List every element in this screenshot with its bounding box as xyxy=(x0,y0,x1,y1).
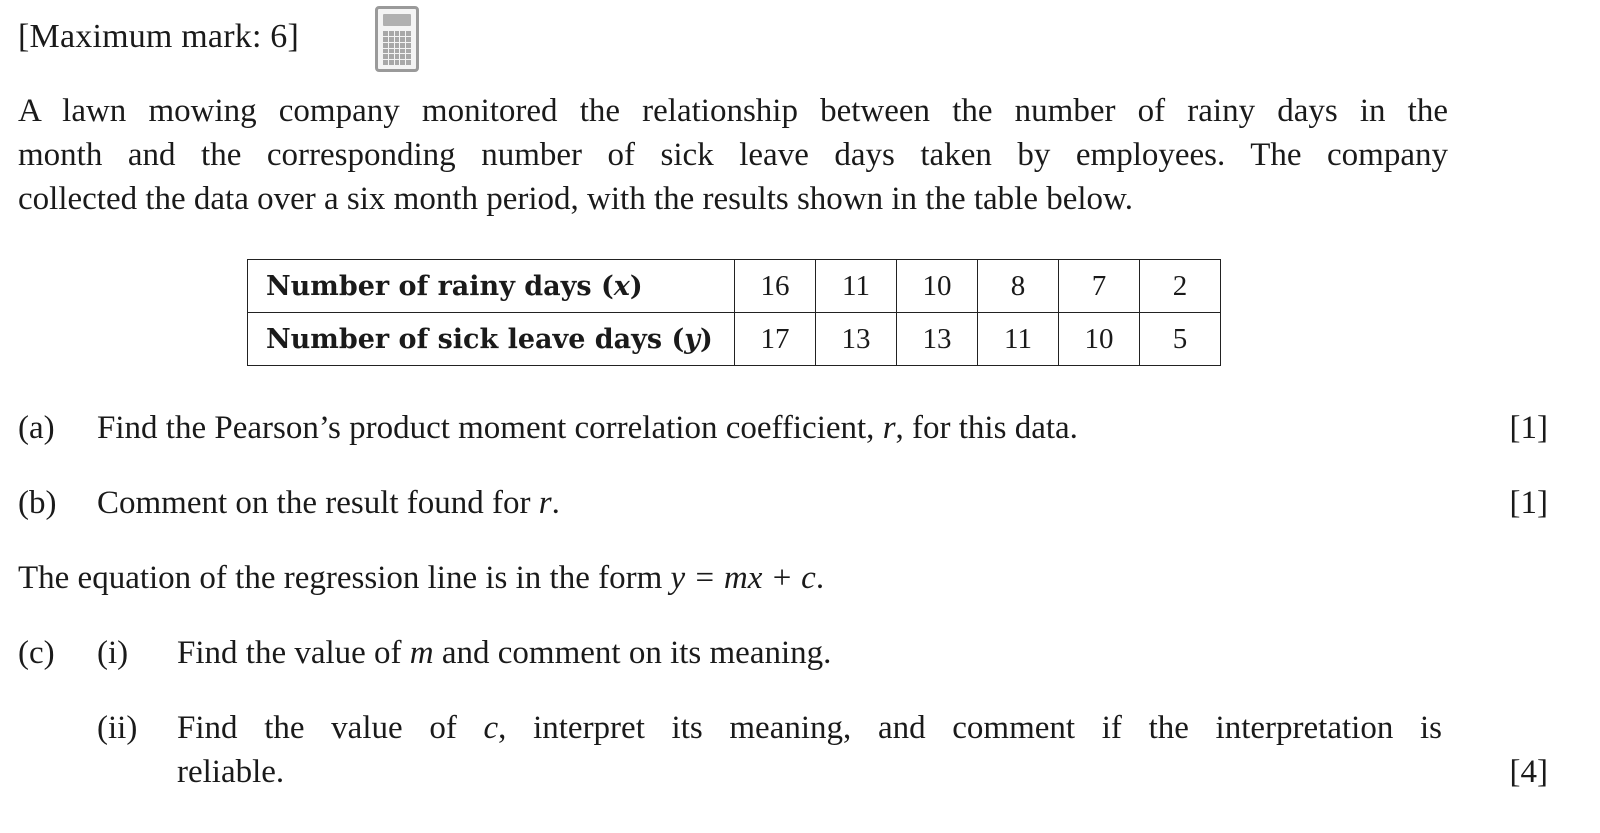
question-b-text: Comment on the result found for r. xyxy=(97,485,560,521)
regression-equation: y = mx + c xyxy=(670,560,816,596)
table-cell: 16 xyxy=(734,259,816,313)
question-c-ii-label: (ii) xyxy=(97,710,138,746)
question-label: (b) xyxy=(18,485,57,521)
regression-statement: The equation of the regression line is i… xyxy=(18,560,825,596)
question-c-ii-line2: reliable. xyxy=(177,754,285,790)
table-row: Number of rainy days (x) 16 11 10 8 7 2 xyxy=(247,259,1221,313)
question-c-i-text: Find the value of m and comment on its m… xyxy=(177,635,832,671)
mark-b: [1] xyxy=(1509,485,1548,521)
table-cell: 2 xyxy=(1139,259,1221,313)
question-b: (b) xyxy=(18,485,56,522)
maximum-mark: [Maximum mark: 6] xyxy=(18,18,300,55)
mark-a: [1] xyxy=(1509,410,1548,446)
table-cell: 5 xyxy=(1139,312,1221,366)
table-cell: 11 xyxy=(977,312,1059,366)
row-header-text: Number of rainy days (x) xyxy=(266,270,643,302)
question-c-ii-line1: Find the value of c, interpret its meani… xyxy=(177,710,1443,746)
table-row: Number of sick leave days (y) 17 13 13 1… xyxy=(247,312,1221,366)
table-cell: 13 xyxy=(815,312,897,366)
mark-c: [4] xyxy=(1509,754,1548,790)
table-cell: 17 xyxy=(734,312,816,366)
row-header: Number of rainy days (x) xyxy=(247,259,735,313)
question-label: (c) xyxy=(18,635,55,671)
question-label: (a) xyxy=(18,410,55,446)
question-c: (c) xyxy=(18,635,55,672)
intro-line: A lawn mowing company monitored the rela… xyxy=(18,93,1448,129)
table-cell: 8 xyxy=(977,259,1059,313)
row-header: Number of sick leave days (y) xyxy=(247,312,735,366)
data-table: Number of rainy days (x) 16 11 10 8 7 2 … xyxy=(247,259,1221,366)
intro-line: month and the corresponding number of si… xyxy=(18,137,1448,173)
intro-line: collected the data over a six month peri… xyxy=(18,181,1133,217)
question-a: (a) xyxy=(18,410,55,447)
question-c-i-label: (i) xyxy=(97,635,129,671)
table-cell: 11 xyxy=(815,259,897,313)
table-cell: 10 xyxy=(896,259,978,313)
row-header-text: Number of sick leave days (y) xyxy=(266,323,713,355)
question-a-text: Find the Pearson’s product moment correl… xyxy=(97,410,1078,446)
table-cell: 13 xyxy=(896,312,978,366)
table-cell: 10 xyxy=(1058,312,1140,366)
intro-paragraph: A lawn mowing company monitored the rela… xyxy=(18,89,1448,221)
table-cell: 7 xyxy=(1058,259,1140,313)
calculator-icon xyxy=(375,6,419,72)
